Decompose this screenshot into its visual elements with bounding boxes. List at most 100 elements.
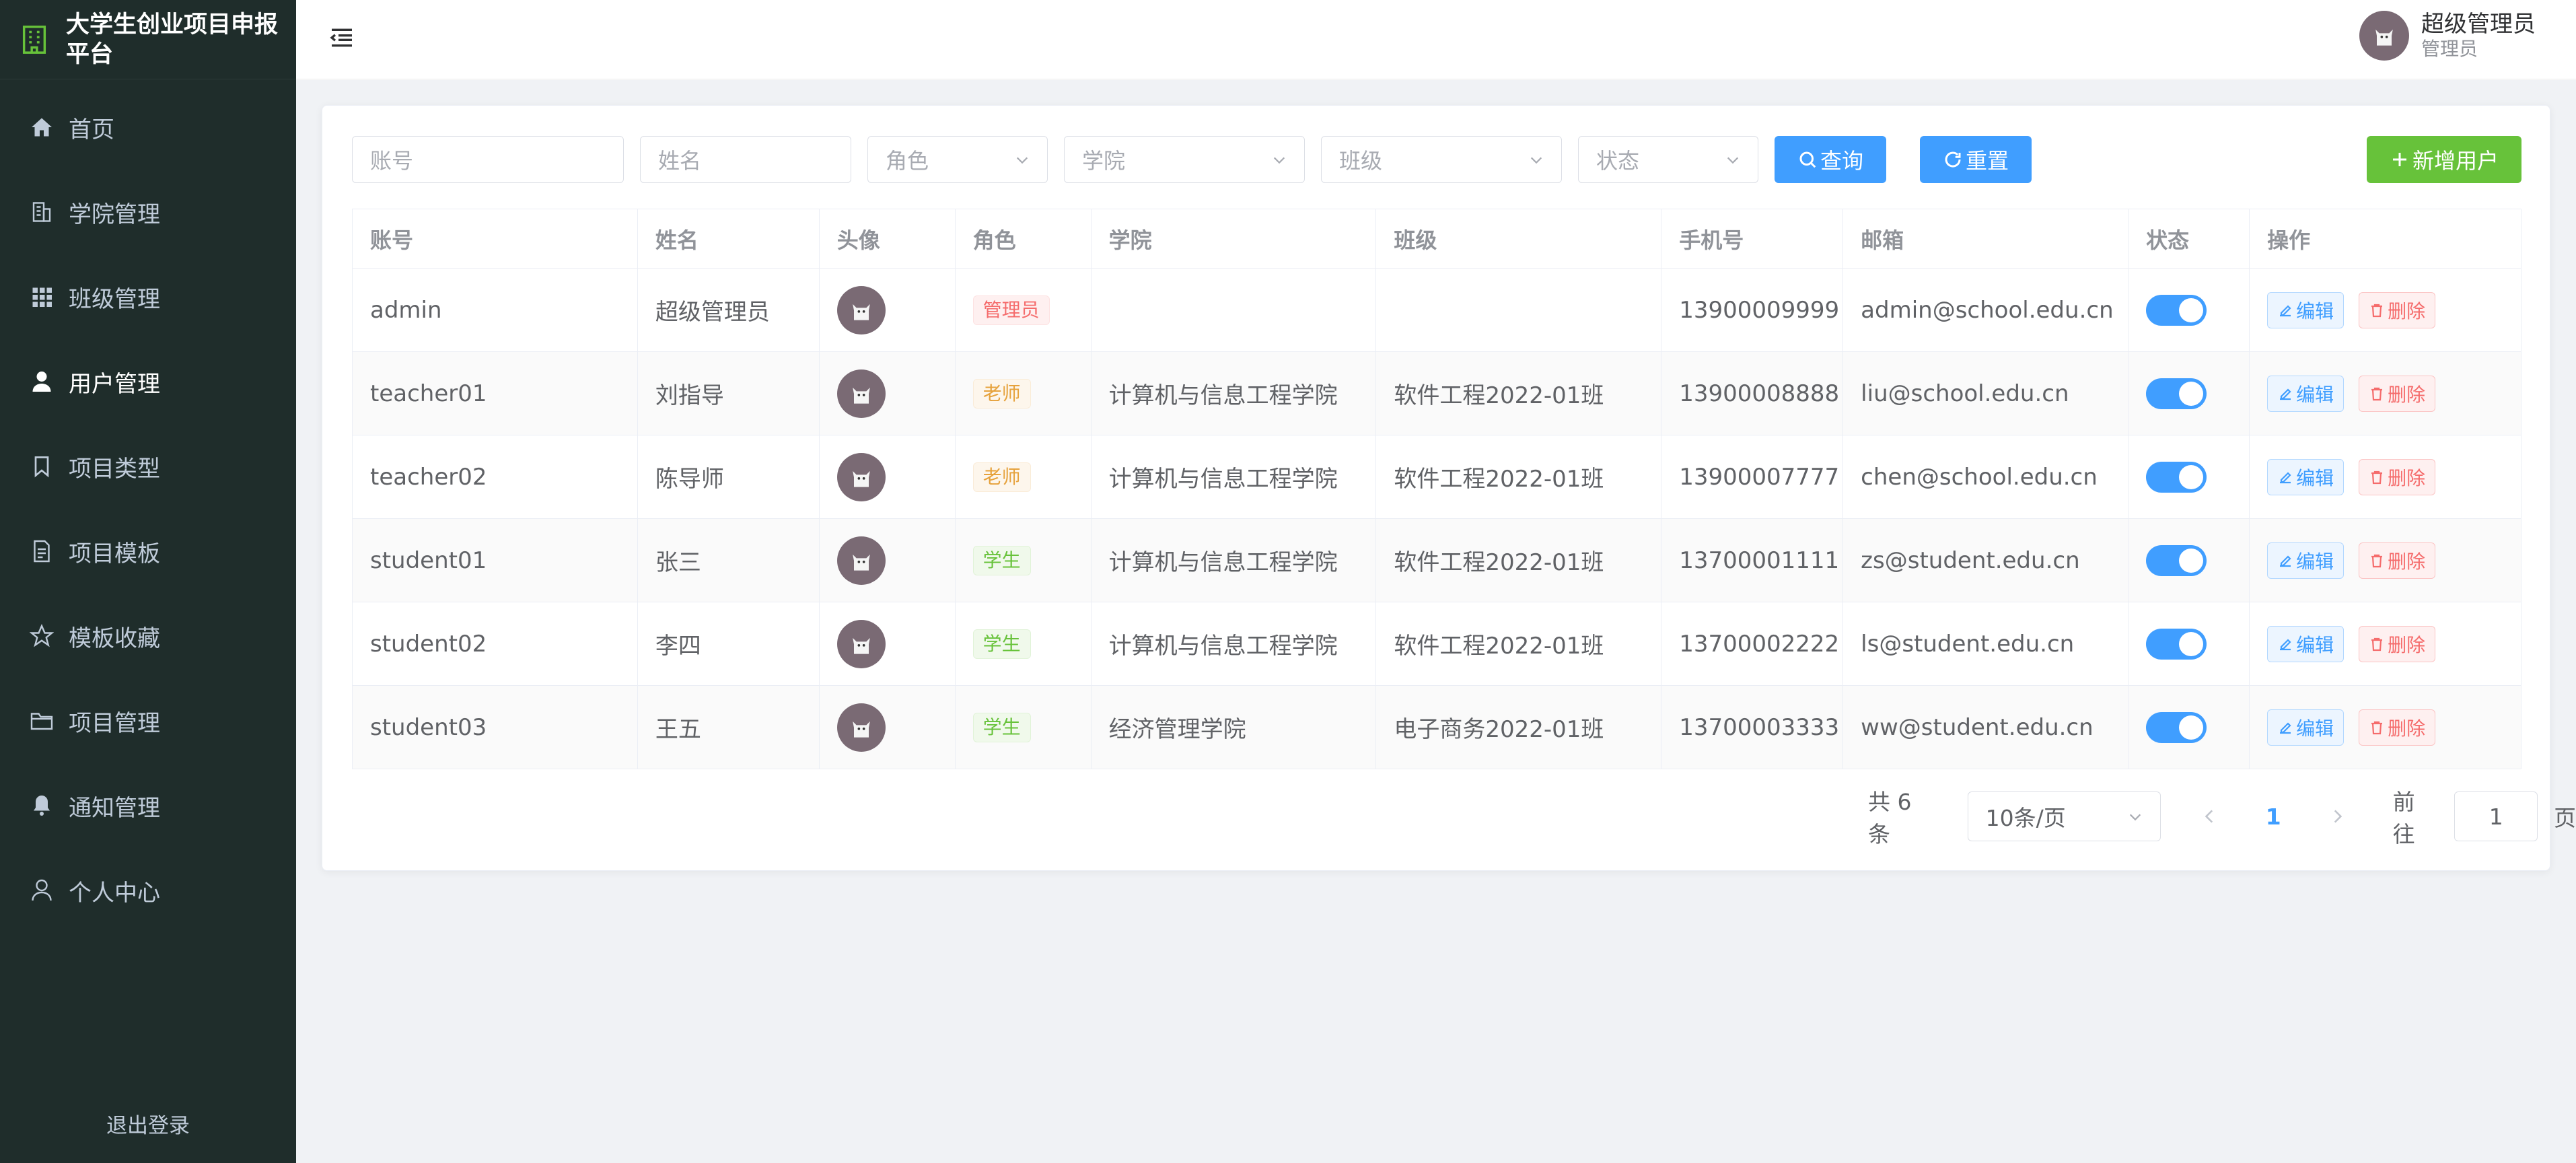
cell-account: teacher01 xyxy=(352,351,638,435)
cell-phone: 13900009999 xyxy=(1661,268,1844,352)
cell-account: student03 xyxy=(352,685,638,769)
sidebar-item-users[interactable]: 用户管理 xyxy=(0,339,296,424)
edit-button[interactable]: 编辑 xyxy=(2267,625,2345,662)
edit-button[interactable]: 编辑 xyxy=(2267,291,2345,328)
edit-icon xyxy=(2280,471,2291,483)
cell-actions: 编辑 删除 xyxy=(2249,435,2521,519)
cell-phone: 13700002222 xyxy=(1661,602,1844,686)
column-header-phone[interactable]: 手机号 xyxy=(1661,209,1844,269)
cell-role: 学生 xyxy=(954,685,1092,769)
delete-button[interactable]: 删除 xyxy=(2359,291,2436,328)
edit-button[interactable]: 编辑 xyxy=(2267,375,2345,412)
sidebar-item-template-favorites[interactable]: 模板收藏 xyxy=(0,594,296,678)
cell-name: 王五 xyxy=(637,685,820,769)
page-number-current[interactable]: 1 xyxy=(2266,804,2281,830)
add-user-button[interactable]: 新增用户 xyxy=(2367,136,2521,183)
next-page-icon[interactable] xyxy=(2328,808,2346,825)
sidebar-item-label: 项目类型 xyxy=(69,455,160,483)
class-select[interactable]: 班级 xyxy=(1321,136,1562,183)
building-logo-icon xyxy=(22,25,46,54)
sidebar-item-project-template[interactable]: 项目模板 xyxy=(0,509,296,594)
account-search-input[interactable]: 账号 xyxy=(352,136,624,183)
prev-page-icon[interactable] xyxy=(2201,808,2219,825)
cell-class: 软件工程2022-01班 xyxy=(1375,518,1662,602)
top-header: 超级管理员 管理员 xyxy=(296,0,2576,79)
column-header-actions[interactable]: 操作 xyxy=(2249,209,2521,269)
delete-button[interactable]: 删除 xyxy=(2359,458,2436,495)
sidebar-item-project-management[interactable]: 项目管理 xyxy=(0,678,296,763)
name-search-input[interactable]: 姓名 xyxy=(640,136,851,183)
cell-college xyxy=(1090,268,1377,352)
delete-button-label: 删除 xyxy=(2388,550,2426,573)
column-header-email[interactable]: 邮箱 xyxy=(1842,209,2129,269)
bell-icon xyxy=(34,796,50,816)
status-select[interactable]: 状态 xyxy=(1578,136,1758,183)
edit-button[interactable]: 编辑 xyxy=(2267,542,2345,579)
edit-button[interactable]: 编辑 xyxy=(2267,458,2345,495)
college-select[interactable]: 学院 xyxy=(1064,136,1305,183)
cell-actions: 编辑 删除 xyxy=(2249,351,2521,435)
cell-actions: 编辑 删除 xyxy=(2249,685,2521,769)
status-toggle[interactable] xyxy=(2146,544,2207,576)
cell-college: 计算机与信息工程学院 xyxy=(1090,602,1377,686)
document-icon xyxy=(34,540,50,563)
cell-class: 软件工程2022-01班 xyxy=(1375,435,1662,519)
column-header-role[interactable]: 角色 xyxy=(954,209,1092,269)
edit-button-label: 编辑 xyxy=(2296,466,2334,489)
table-body: admin 超级管理员 管理员 13900009999 admin@school.edu… xyxy=(352,268,2521,769)
menu-fold-icon[interactable] xyxy=(328,24,355,51)
star-icon xyxy=(30,624,54,647)
user-dropdown[interactable]: 超级管理员 管理员 xyxy=(2359,11,2536,61)
edit-icon xyxy=(2280,721,2291,734)
home-icon xyxy=(32,118,52,137)
sidebar-item-project-type[interactable]: 项目类型 xyxy=(0,424,296,509)
column-header-account[interactable]: 账号 xyxy=(352,209,638,269)
sidebar-item-profile[interactable]: 个人中心 xyxy=(0,848,296,933)
column-header-name[interactable]: 姓名 xyxy=(637,209,820,269)
reset-button[interactable]: 重置 xyxy=(1920,136,2032,183)
cell-status xyxy=(2128,602,2250,686)
status-toggle[interactable] xyxy=(2146,628,2207,660)
delete-button[interactable]: 删除 xyxy=(2359,542,2436,579)
cat-avatar-icon xyxy=(852,554,870,571)
edit-button-label: 编辑 xyxy=(2296,550,2334,573)
status-toggle[interactable] xyxy=(2146,378,2207,409)
delete-button[interactable]: 删除 xyxy=(2359,625,2436,662)
delete-button[interactable]: 删除 xyxy=(2359,709,2436,746)
pagination: 共 6 条 10条/页 1 前往 1 页 xyxy=(1868,789,2576,847)
cell-status xyxy=(2128,351,2250,435)
delete-button-label: 删除 xyxy=(2388,383,2426,406)
cell-name: 刘指导 xyxy=(637,351,820,435)
delete-button-label: 删除 xyxy=(2388,299,2426,322)
avatar xyxy=(836,619,886,668)
cell-college: 计算机与信息工程学院 xyxy=(1090,351,1377,435)
status-toggle[interactable] xyxy=(2146,711,2207,743)
cell-avatar xyxy=(818,685,956,769)
avatar xyxy=(836,536,886,585)
status-toggle[interactable] xyxy=(2146,461,2207,493)
sidebar-item-notifications[interactable]: 通知管理 xyxy=(0,763,296,848)
column-header-class[interactable]: 班级 xyxy=(1375,209,1662,269)
sidebar-item-college[interactable]: 学院管理 xyxy=(0,170,296,254)
role-select[interactable]: 角色 xyxy=(867,136,1048,183)
logout-link[interactable]: 退出登录 xyxy=(0,1108,296,1139)
edit-button[interactable]: 编辑 xyxy=(2267,709,2345,746)
cell-email: admin@school.edu.cn xyxy=(1842,268,2129,352)
delete-button[interactable]: 删除 xyxy=(2359,375,2436,412)
add-user-button-label: 新增用户 xyxy=(2412,148,2499,174)
edit-button-label: 编辑 xyxy=(2296,383,2334,406)
column-header-college[interactable]: 学院 xyxy=(1090,209,1377,269)
column-header-avatar[interactable]: 头像 xyxy=(818,209,956,269)
chevron-down-icon xyxy=(1727,157,1739,164)
sidebar-item-home[interactable]: 首页 xyxy=(0,85,296,170)
sidebar-item-class[interactable]: 班级管理 xyxy=(0,254,296,339)
status-toggle[interactable] xyxy=(2146,294,2207,326)
sidebar-item-label: 班级管理 xyxy=(69,285,160,313)
query-button[interactable]: 查询 xyxy=(1775,136,1886,183)
column-header-status[interactable]: 状态 xyxy=(2128,209,2250,269)
page-size-select[interactable]: 10条/页 xyxy=(1967,791,2161,841)
avatar xyxy=(836,369,886,418)
goto-page-input[interactable]: 1 xyxy=(2454,791,2538,841)
chevron-down-icon xyxy=(1273,157,1285,164)
cell-account: student01 xyxy=(352,518,638,602)
